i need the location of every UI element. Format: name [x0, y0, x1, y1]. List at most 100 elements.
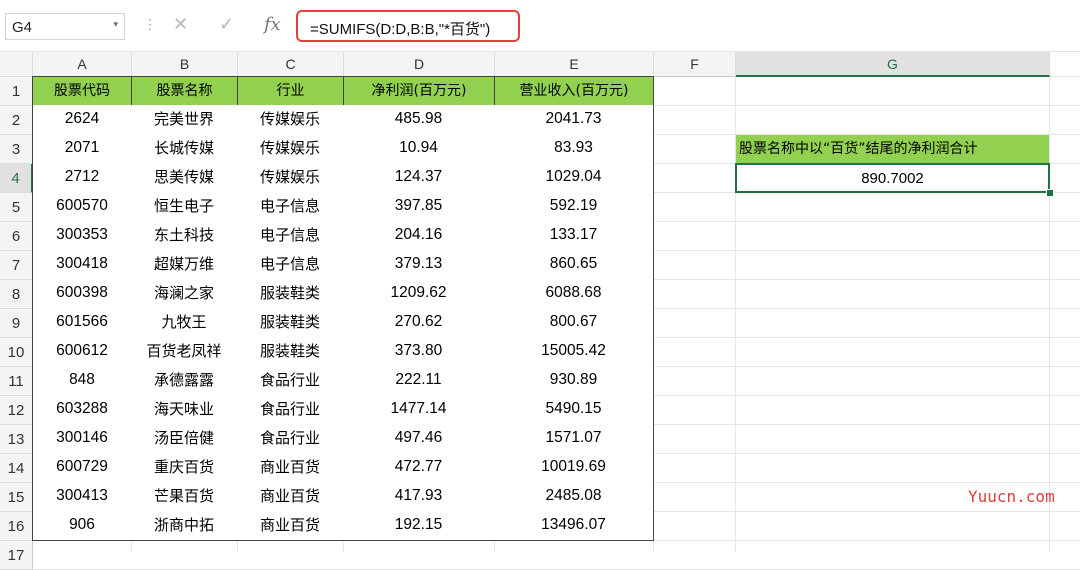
- table-cell[interactable]: 汤臣倍健: [131, 424, 238, 454]
- table-cell[interactable]: 服装鞋类: [237, 308, 344, 338]
- table-header-cell[interactable]: 行业: [237, 76, 344, 106]
- row-header-16[interactable]: 16: [0, 512, 33, 541]
- table-cell[interactable]: 浙商中拓: [131, 511, 238, 541]
- table-cell[interactable]: 食品行业: [237, 424, 344, 454]
- table-cell[interactable]: 1477.14: [343, 395, 495, 425]
- table-cell[interactable]: 传媒娱乐: [237, 163, 344, 193]
- row-header-14[interactable]: 14: [0, 454, 33, 483]
- insert-function-icon[interactable]: fx: [264, 14, 281, 35]
- table-cell[interactable]: 传媒娱乐: [237, 134, 344, 164]
- table-cell[interactable]: 长城传媒: [131, 134, 238, 164]
- table-cell[interactable]: 2624: [32, 105, 132, 135]
- table-cell[interactable]: 恒生电子: [131, 192, 238, 222]
- table-cell[interactable]: 6088.68: [494, 279, 654, 309]
- table-cell[interactable]: 497.46: [343, 424, 495, 454]
- row-header-5[interactable]: 5: [0, 193, 33, 222]
- summary-label-cell[interactable]: 股票名称中以“百货”结尾的净利润合计: [736, 135, 1049, 163]
- table-cell[interactable]: 服装鞋类: [237, 337, 344, 367]
- table-cell[interactable]: 东土科技: [131, 221, 238, 251]
- row-header-9[interactable]: 9: [0, 309, 33, 338]
- row-header-13[interactable]: 13: [0, 425, 33, 454]
- table-cell[interactable]: 603288: [32, 395, 132, 425]
- table-cell[interactable]: 192.15: [343, 511, 495, 541]
- table-cell[interactable]: 超媒万维: [131, 250, 238, 280]
- table-cell[interactable]: 食品行业: [237, 395, 344, 425]
- table-cell[interactable]: 商业百货: [237, 511, 344, 541]
- row-header-2[interactable]: 2: [0, 106, 33, 135]
- table-cell[interactable]: 1029.04: [494, 163, 654, 193]
- spreadsheet-grid[interactable]: A B C D E F G 1 2 3 4 5 6 7 8 9 10 11 12 13 14 15 16 17 股票代码 股票名称…: [0, 52, 1080, 570]
- table-cell[interactable]: 133.17: [494, 221, 654, 251]
- table-cell[interactable]: 600612: [32, 337, 132, 367]
- table-cell[interactable]: 5490.15: [494, 395, 654, 425]
- table-cell[interactable]: 2041.73: [494, 105, 654, 135]
- table-cell[interactable]: 重庆百货: [131, 453, 238, 483]
- table-header-cell[interactable]: 营业收入(百万元): [494, 76, 654, 106]
- row-header-6[interactable]: 6: [0, 222, 33, 251]
- column-header-b[interactable]: B: [132, 52, 238, 77]
- table-cell[interactable]: 2071: [32, 134, 132, 164]
- table-cell[interactable]: 270.62: [343, 308, 495, 338]
- row-header-11[interactable]: 11: [0, 367, 33, 396]
- table-cell[interactable]: 承德露露: [131, 366, 238, 396]
- table-header-cell[interactable]: 股票代码: [32, 76, 132, 106]
- column-header-g[interactable]: G: [736, 52, 1050, 77]
- row-header-7[interactable]: 7: [0, 251, 33, 280]
- row-header-3[interactable]: 3: [0, 135, 33, 164]
- table-cell[interactable]: 204.16: [343, 221, 495, 251]
- table-cell[interactable]: 食品行业: [237, 366, 344, 396]
- table-cell[interactable]: 电子信息: [237, 192, 344, 222]
- table-cell[interactable]: 海澜之家: [131, 279, 238, 309]
- table-cell[interactable]: 15005.42: [494, 337, 654, 367]
- table-cell[interactable]: 10019.69: [494, 453, 654, 483]
- row-header-8[interactable]: 8: [0, 280, 33, 309]
- table-cell[interactable]: 300146: [32, 424, 132, 454]
- table-header-cell[interactable]: 股票名称: [131, 76, 238, 106]
- table-cell[interactable]: 373.80: [343, 337, 495, 367]
- table-cell[interactable]: 124.37: [343, 163, 495, 193]
- table-cell[interactable]: 300418: [32, 250, 132, 280]
- summary-result-cell[interactable]: 890.7002: [735, 163, 1050, 193]
- column-header-e[interactable]: E: [495, 52, 654, 77]
- table-cell[interactable]: 600398: [32, 279, 132, 309]
- table-cell[interactable]: 芒果百货: [131, 482, 238, 512]
- table-cell[interactable]: 百货老凤祥: [131, 337, 238, 367]
- table-cell[interactable]: 848: [32, 366, 132, 396]
- formula-input[interactable]: =SUMIFS(D:D,B:B,"*百货"): [296, 10, 520, 42]
- table-cell[interactable]: 930.89: [494, 366, 654, 396]
- confirm-check-icon[interactable]: ✓: [219, 14, 234, 35]
- table-cell[interactable]: 300353: [32, 221, 132, 251]
- row-header-4[interactable]: 4: [0, 164, 33, 193]
- table-header-cell[interactable]: 净利润(百万元): [343, 76, 495, 106]
- table-cell[interactable]: 592.19: [494, 192, 654, 222]
- column-header-d[interactable]: D: [344, 52, 495, 77]
- column-header-c[interactable]: C: [238, 52, 344, 77]
- table-cell[interactable]: 860.65: [494, 250, 654, 280]
- table-cell[interactable]: 222.11: [343, 366, 495, 396]
- row-header-12[interactable]: 12: [0, 396, 33, 425]
- row-header-15[interactable]: 15: [0, 483, 33, 512]
- table-cell[interactable]: 1209.62: [343, 279, 495, 309]
- table-cell[interactable]: 完美世界: [131, 105, 238, 135]
- table-cell[interactable]: 商业百货: [237, 482, 344, 512]
- table-cell[interactable]: 10.94: [343, 134, 495, 164]
- table-cell[interactable]: 电子信息: [237, 250, 344, 280]
- table-cell[interactable]: 800.67: [494, 308, 654, 338]
- table-cell[interactable]: 2712: [32, 163, 132, 193]
- table-cell[interactable]: 思美传媒: [131, 163, 238, 193]
- more-options-icon[interactable]: ⋮: [143, 17, 157, 33]
- table-cell[interactable]: 379.13: [343, 250, 495, 280]
- table-cell[interactable]: 485.98: [343, 105, 495, 135]
- table-cell[interactable]: 九牧王: [131, 308, 238, 338]
- column-header-a[interactable]: A: [33, 52, 132, 77]
- column-header-f[interactable]: F: [654, 52, 736, 77]
- table-cell[interactable]: 300413: [32, 482, 132, 512]
- row-header-1[interactable]: 1: [0, 77, 33, 106]
- table-cell[interactable]: 服装鞋类: [237, 279, 344, 309]
- table-cell[interactable]: 海天味业: [131, 395, 238, 425]
- table-cell[interactable]: 601566: [32, 308, 132, 338]
- table-cell[interactable]: 417.93: [343, 482, 495, 512]
- row-header-10[interactable]: 10: [0, 338, 33, 367]
- fill-handle[interactable]: [1046, 189, 1054, 197]
- table-cell[interactable]: 商业百货: [237, 453, 344, 483]
